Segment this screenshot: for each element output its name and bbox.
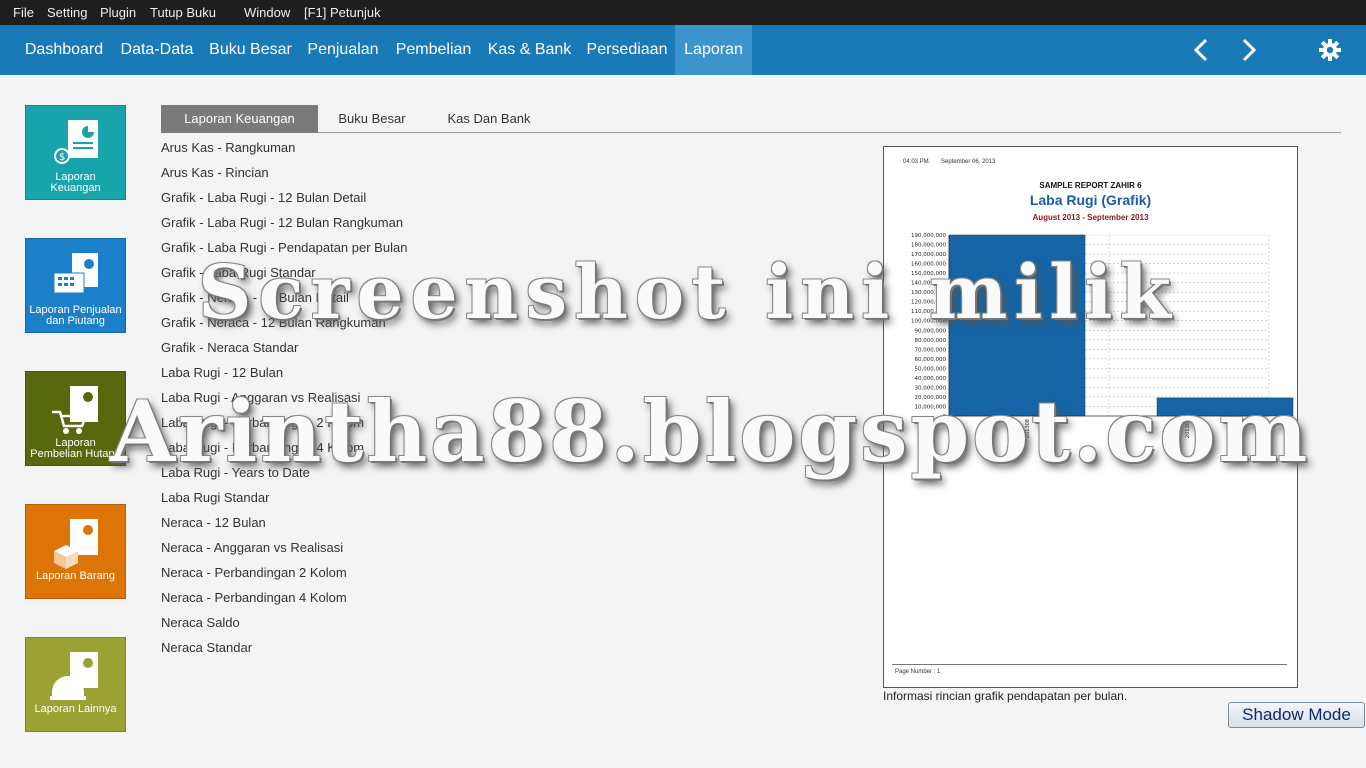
other-report-icon [50, 652, 98, 700]
report-item[interactable]: Arus Kas - Rincian [161, 163, 461, 188]
bar-chart: 190,000,000 180,000,000 170,000,000 160,000… [911, 233, 1294, 438]
preview-period: August 2013 - September 2013 [1032, 213, 1149, 222]
report-item[interactable]: Grafik - Laba Rugi Standar [161, 263, 461, 288]
report-item[interactable]: Laba Rugi - Anggaran vs Realisasi [161, 388, 461, 413]
report-preview: 04:03 PM. September 06, 2013 SAMPLE REPO… [883, 146, 1298, 688]
goods-report-icon [54, 519, 98, 569]
report-item[interactable]: Grafik - Neraca - 12 Bulan Rangkuman [161, 313, 461, 338]
report-item[interactable]: Neraca - Perbandingan 4 Kolom [161, 588, 461, 613]
tile-label: Laporan Barang [36, 570, 115, 582]
report-item[interactable]: Grafik - Laba Rugi - 12 Bulan Rangkuman [161, 213, 461, 238]
nav-persediaan[interactable]: Persediaan [579, 25, 675, 75]
shadow-mode-button[interactable]: Shadow Mode [1228, 702, 1365, 728]
report-item[interactable]: Grafik - Laba Rugi - 12 Bulan Detail [161, 188, 461, 213]
y-tick-label: 30,000,000 [915, 385, 947, 391]
nav-pembelian[interactable]: Pembelian [387, 25, 480, 75]
svg-text:$: $ [59, 152, 65, 163]
report-item[interactable]: Arus Kas - Rangkuman [161, 138, 461, 163]
report-list: Arus Kas - Rangkuman Arus Kas - Rincian Gr… [161, 138, 461, 663]
purchase-report-icon [52, 386, 98, 434]
nav-dashboard[interactable]: Dashboard [16, 25, 112, 75]
y-tick-label: 140,000,000 [911, 281, 946, 287]
nav-penjualan[interactable]: Penjualan [299, 25, 387, 75]
menu-window[interactable]: Window [244, 5, 290, 20]
tab-kas-dan-bank[interactable]: Kas Dan Bank [433, 105, 545, 133]
footer-divider [892, 664, 1287, 665]
menu-help[interactable]: [F1] Petunjuk [304, 5, 381, 20]
report-item[interactable]: Laba Rugi - Years to Date [161, 463, 461, 488]
preview-time: 04:03 PM. [903, 159, 931, 165]
y-tick-label: 0 [943, 414, 947, 420]
preview-company: SAMPLE REPORT ZAHIR 6 [1039, 181, 1142, 190]
report-item[interactable]: Laba Rugi - Perbandingan 2 Kolom [161, 413, 461, 438]
report-chart-icon: $ [54, 120, 98, 164]
y-tick-label: 110,000,000 [911, 309, 946, 315]
y-tick-label: 80,000,000 [915, 338, 947, 344]
menu-tutup-buku[interactable]: Tutup Buku [150, 5, 216, 20]
report-item[interactable]: Laba Rugi - 12 Bulan [161, 363, 461, 388]
y-tick-label: 190,000,000 [911, 233, 946, 239]
preview-title: Laba Rugi (Grafik) [1029, 192, 1152, 208]
report-description: Informasi rincian grafik pendapatan per … [883, 689, 1128, 703]
report-item[interactable]: Laba Rugi - Perbandingan 4 Kolom [161, 438, 461, 463]
report-item[interactable]: Neraca Saldo [161, 613, 461, 638]
preview-page-number: Page Number : 1 [895, 669, 941, 675]
x-tick-label: 201308 [1025, 419, 1031, 438]
tile-laporan-barang[interactable]: Laporan Barang [25, 504, 126, 599]
nav-laporan[interactable]: Laporan [675, 25, 752, 75]
sales-report-icon [53, 253, 98, 294]
tile-laporan-lainnya[interactable]: Laporan Lainnya [25, 637, 126, 732]
y-tick-label: 70,000,000 [915, 347, 947, 353]
y-tick-label: 120,000,000 [911, 300, 946, 306]
report-item[interactable]: Neraca - 12 Bulan [161, 513, 461, 538]
y-tick-label: 170,000,000 [911, 252, 946, 258]
tile-label: Laporan Lainnya [34, 703, 117, 715]
report-item[interactable]: Grafik - Laba Rugi - Pendapatan per Bula… [161, 238, 461, 263]
report-item[interactable]: Grafik - Neraca - 12 Bulan Detail [161, 288, 461, 313]
y-tick-label: 100,000,000 [911, 319, 946, 325]
report-item[interactable]: Laba Rugi Standar [161, 488, 461, 513]
nav-buku-besar[interactable]: Buku Besar [202, 25, 299, 75]
y-tick-label: 60,000,000 [915, 357, 947, 363]
nav-kas-bank[interactable]: Kas & Bank [480, 25, 579, 75]
tile-label: Laporan Penjualan dan Piutang [29, 304, 122, 327]
report-item[interactable]: Neraca Standar [161, 638, 461, 663]
tile-laporan-penjualan[interactable]: Laporan Penjualan dan Piutang [25, 238, 126, 333]
preview-date: September 06, 2013 [941, 159, 996, 165]
menu-setting[interactable]: Setting [47, 5, 87, 20]
bar [1156, 397, 1294, 417]
y-tick-label: 50,000,000 [915, 366, 947, 372]
tab-laporan-keuangan[interactable]: Laporan Keuangan [161, 105, 318, 133]
menu-file[interactable]: File [13, 5, 34, 20]
y-tick-label: 40,000,000 [915, 376, 947, 382]
main-nav: Dashboard Data-Data Buku Besar Penjualan… [0, 25, 1366, 75]
y-tick-label: 180,000,000 [911, 243, 946, 249]
y-tick-label: 130,000,000 [911, 290, 946, 296]
x-tick-label: 201309 [1185, 419, 1191, 438]
tile-laporan-pembelian[interactable]: Laporan Pembelian Hutang [25, 371, 126, 466]
y-tick-label: 10,000,000 [915, 404, 947, 410]
forward-arrow-icon[interactable] [1235, 37, 1261, 63]
report-item[interactable]: Neraca - Anggaran vs Realisasi [161, 538, 461, 563]
report-item[interactable]: Neraca - Perbandingan 2 Kolom [161, 563, 461, 588]
tile-laporan-keuangan[interactable]: $ Laporan Keuangan [25, 105, 126, 200]
y-tick-label: 160,000,000 [911, 262, 946, 268]
bar [948, 234, 1086, 417]
y-tick-label: 20,000,000 [915, 395, 947, 401]
tile-label: Laporan Pembelian Hutang [30, 437, 121, 460]
menu-bar: File Setting Plugin Tutup Buku Window [F… [0, 0, 1366, 25]
gear-icon[interactable] [1317, 37, 1343, 63]
back-arrow-icon[interactable] [1189, 37, 1215, 63]
menu-plugin[interactable]: Plugin [100, 5, 136, 20]
y-tick-label: 150,000,000 [911, 271, 946, 277]
tab-buku-besar[interactable]: Buku Besar [326, 105, 418, 133]
nav-data-data[interactable]: Data-Data [112, 25, 202, 75]
y-tick-label: 90,000,000 [915, 328, 947, 334]
report-tabs: Laporan Keuangan Buku Besar Kas Dan Bank [161, 105, 1341, 133]
report-item[interactable]: Grafik - Neraca Standar [161, 338, 461, 363]
tile-label: Laporan Keuangan [50, 171, 101, 194]
